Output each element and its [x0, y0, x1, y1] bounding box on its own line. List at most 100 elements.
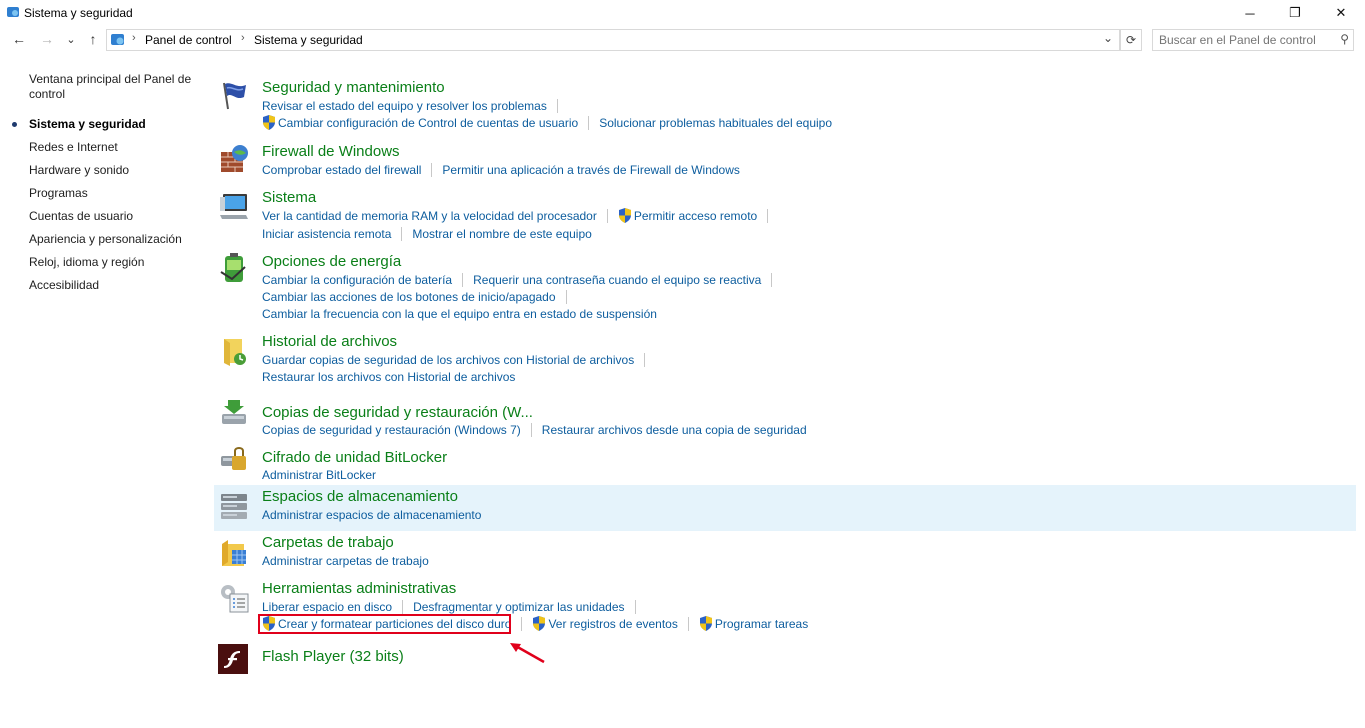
link-remote-access[interactable]: Permitir acceso remoto — [634, 208, 757, 224]
chevron-right-icon: › — [241, 32, 245, 44]
link-divider — [771, 273, 773, 287]
link-divider — [644, 353, 646, 367]
link-row: Liberar espacio en disco Desfragmentar y … — [262, 599, 646, 615]
link-firewall-status[interactable]: Comprobar estado del firewall — [262, 162, 421, 178]
annotation-arrow-icon — [510, 643, 545, 664]
category-title[interactable]: Herramientas administrativas — [262, 580, 456, 597]
search-icon[interactable]: ⚲ — [1340, 32, 1349, 46]
link-divider — [521, 617, 523, 631]
back-arrow-icon[interactable]: ← — [10, 30, 28, 48]
link-backup-win7[interactable]: Copias de seguridad y restauración (Wind… — [262, 422, 521, 438]
link-divider — [530, 423, 532, 437]
breadcrumb-control-panel[interactable]: Panel de control — [145, 33, 232, 47]
search-box[interactable]: ⚲ — [1152, 29, 1354, 51]
category-title[interactable]: Cifrado de unidad BitLocker — [262, 449, 447, 466]
address-bar[interactable]: › Panel de control › Sistema y seguridad… — [106, 29, 1120, 51]
category-title[interactable]: Opciones de energía — [262, 253, 401, 270]
sidebar-item-clock-region[interactable]: Reloj, idioma y región — [29, 255, 144, 270]
restore-button[interactable]: ❐ — [1272, 0, 1318, 26]
category-title[interactable]: Seguridad y mantenimiento — [262, 79, 445, 96]
sidebar-item-system-security[interactable]: Sistema y seguridad — [12, 117, 146, 132]
link-ram-speed[interactable]: Ver la cantidad de memoria RAM y la velo… — [262, 208, 597, 224]
chevron-right-icon: › — [132, 32, 136, 44]
bitlocker-icon — [221, 447, 246, 470]
uac-shield-icon — [699, 616, 712, 631]
category-title[interactable]: Espacios de almacenamiento — [262, 488, 458, 505]
category-title[interactable]: Historial de archivos — [262, 333, 397, 350]
link-create-partitions[interactable]: Crear y formatear particiones del disco … — [278, 616, 511, 632]
link-row: Cambiar la frecuencia con la que el equi… — [262, 306, 657, 322]
flash-icon — [218, 644, 248, 674]
link-event-logs[interactable]: Ver registros de eventos — [548, 616, 677, 632]
computer-icon — [220, 194, 248, 219]
link-sleep-frequency[interactable]: Cambiar la frecuencia con la que el equi… — [262, 306, 657, 322]
link-row: Cambiar las acciones de los botones de i… — [262, 289, 577, 305]
link-check-status[interactable]: Revisar el estado del equipo y resolver … — [262, 98, 547, 114]
category-bitlocker: Cifrado de unidad BitLocker Administrar … — [214, 440, 1356, 484]
link-row: Cambiar configuración de Control de cuen… — [262, 115, 832, 131]
admin-tools-icon — [221, 585, 249, 613]
link-divider — [565, 290, 567, 304]
link-schedule-tasks[interactable]: Programar tareas — [715, 616, 808, 632]
link-disk-cleanup[interactable]: Liberar espacio en disco — [262, 599, 392, 615]
link-restore-backup[interactable]: Restaurar archivos desde una copia de se… — [542, 422, 807, 438]
link-row: Revisar el estado del equipo y resolver … — [262, 98, 568, 114]
uac-shield-icon — [263, 616, 275, 631]
file-history-icon — [224, 339, 246, 366]
close-button[interactable]: ✕ — [1318, 0, 1364, 26]
sidebar-item-hardware[interactable]: Hardware y sonido — [29, 163, 129, 178]
forward-arrow-icon[interactable]: → — [38, 30, 56, 48]
category-title[interactable]: Flash Player (32 bits) — [262, 648, 404, 665]
category-title[interactable]: Sistema — [262, 189, 316, 206]
link-manage-storage[interactable]: Administrar espacios de almacenamiento — [262, 507, 481, 523]
category-admin-tools: Herramientas administrativas Liberar esp… — [214, 580, 1356, 636]
link-row: Comprobar estado del firewall Permitir un… — [262, 162, 740, 178]
link-restore-files[interactable]: Restaurar los archivos con Historial de … — [262, 369, 515, 385]
link-troubleshoot[interactable]: Solucionar problemas habituales del equi… — [599, 115, 832, 131]
breadcrumb-system-security[interactable]: Sistema y seguridad — [254, 33, 363, 47]
link-manage-work-folders[interactable]: Administrar carpetas de trabajo — [262, 553, 429, 569]
link-require-password[interactable]: Requerir una contraseña cuando el equipo… — [473, 272, 761, 288]
up-arrow-icon[interactable]: ↑ — [84, 30, 102, 48]
uac-shield-icon — [618, 208, 631, 223]
refresh-icon[interactable]: ⟳ — [1120, 29, 1142, 51]
battery-icon — [220, 253, 246, 282]
category-work-folders: Carpetas de trabajo Administrar carpetas… — [214, 534, 1356, 578]
sidebar-item-network[interactable]: Redes e Internet — [29, 140, 118, 155]
link-save-copies[interactable]: Guardar copias de seguridad de los archi… — [262, 352, 634, 368]
link-divider — [401, 227, 403, 241]
link-row: Crear y formatear particiones del disco … — [262, 616, 808, 632]
sidebar-item-programs[interactable]: Programas — [29, 186, 88, 201]
link-battery-settings[interactable]: Cambiar la configuración de batería — [262, 272, 452, 288]
minimize-button[interactable]: ─ — [1227, 0, 1273, 26]
search-input[interactable] — [1159, 32, 1329, 47]
link-divider — [606, 209, 608, 223]
category-title[interactable]: Carpetas de trabajo — [262, 534, 394, 551]
category-title[interactable]: Copias de seguridad y restauración (W... — [262, 404, 533, 421]
sidebar-item-home[interactable]: Ventana principal del Panel de control — [29, 72, 199, 102]
link-row: Restaurar los archivos con Historial de … — [262, 369, 515, 385]
category-system: Sistema Ver la cantidad de memoria RAM y… — [214, 184, 1356, 246]
window-title: Sistema y seguridad — [24, 6, 133, 20]
link-manage-bitlocker[interactable]: Administrar BitLocker — [262, 467, 376, 483]
chevron-down-icon[interactable]: ⌄ — [1103, 31, 1113, 45]
sidebar-item-user-accounts[interactable]: Cuentas de usuario — [29, 209, 133, 224]
link-defragment[interactable]: Desfragmentar y optimizar las unidades — [413, 599, 624, 615]
category-storage-spaces[interactable]: Espacios de almacenamiento Administrar e… — [214, 485, 1356, 531]
link-allow-app[interactable]: Permitir una aplicación a través de Fire… — [442, 162, 739, 178]
link-divider — [402, 600, 404, 614]
storage-icon — [221, 494, 247, 519]
category-firewall: Firewall de Windows Comprobar estado del… — [214, 138, 1356, 182]
link-power-buttons[interactable]: Cambiar las acciones de los botones de i… — [262, 289, 556, 305]
sidebar-item-appearance[interactable]: Apariencia y personalización — [29, 232, 182, 247]
category-title[interactable]: Firewall de Windows — [262, 143, 400, 160]
control-panel-icon — [7, 7, 19, 17]
link-uac-settings[interactable]: Cambiar configuración de Control de cuen… — [278, 115, 578, 131]
active-bullet-icon — [12, 122, 17, 127]
sidebar-item-accessibility[interactable]: Accesibilidad — [29, 278, 99, 293]
link-remote-assistance[interactable]: Iniciar asistencia remota — [262, 226, 391, 242]
link-computer-name[interactable]: Mostrar el nombre de este equipo — [412, 226, 591, 242]
title-bar: Sistema y seguridad ─ ❐ ✕ — [0, 0, 1365, 26]
recent-locations-icon[interactable]: ⌄ — [62, 30, 80, 48]
link-row: Administrar espacios de almacenamiento — [262, 507, 481, 523]
